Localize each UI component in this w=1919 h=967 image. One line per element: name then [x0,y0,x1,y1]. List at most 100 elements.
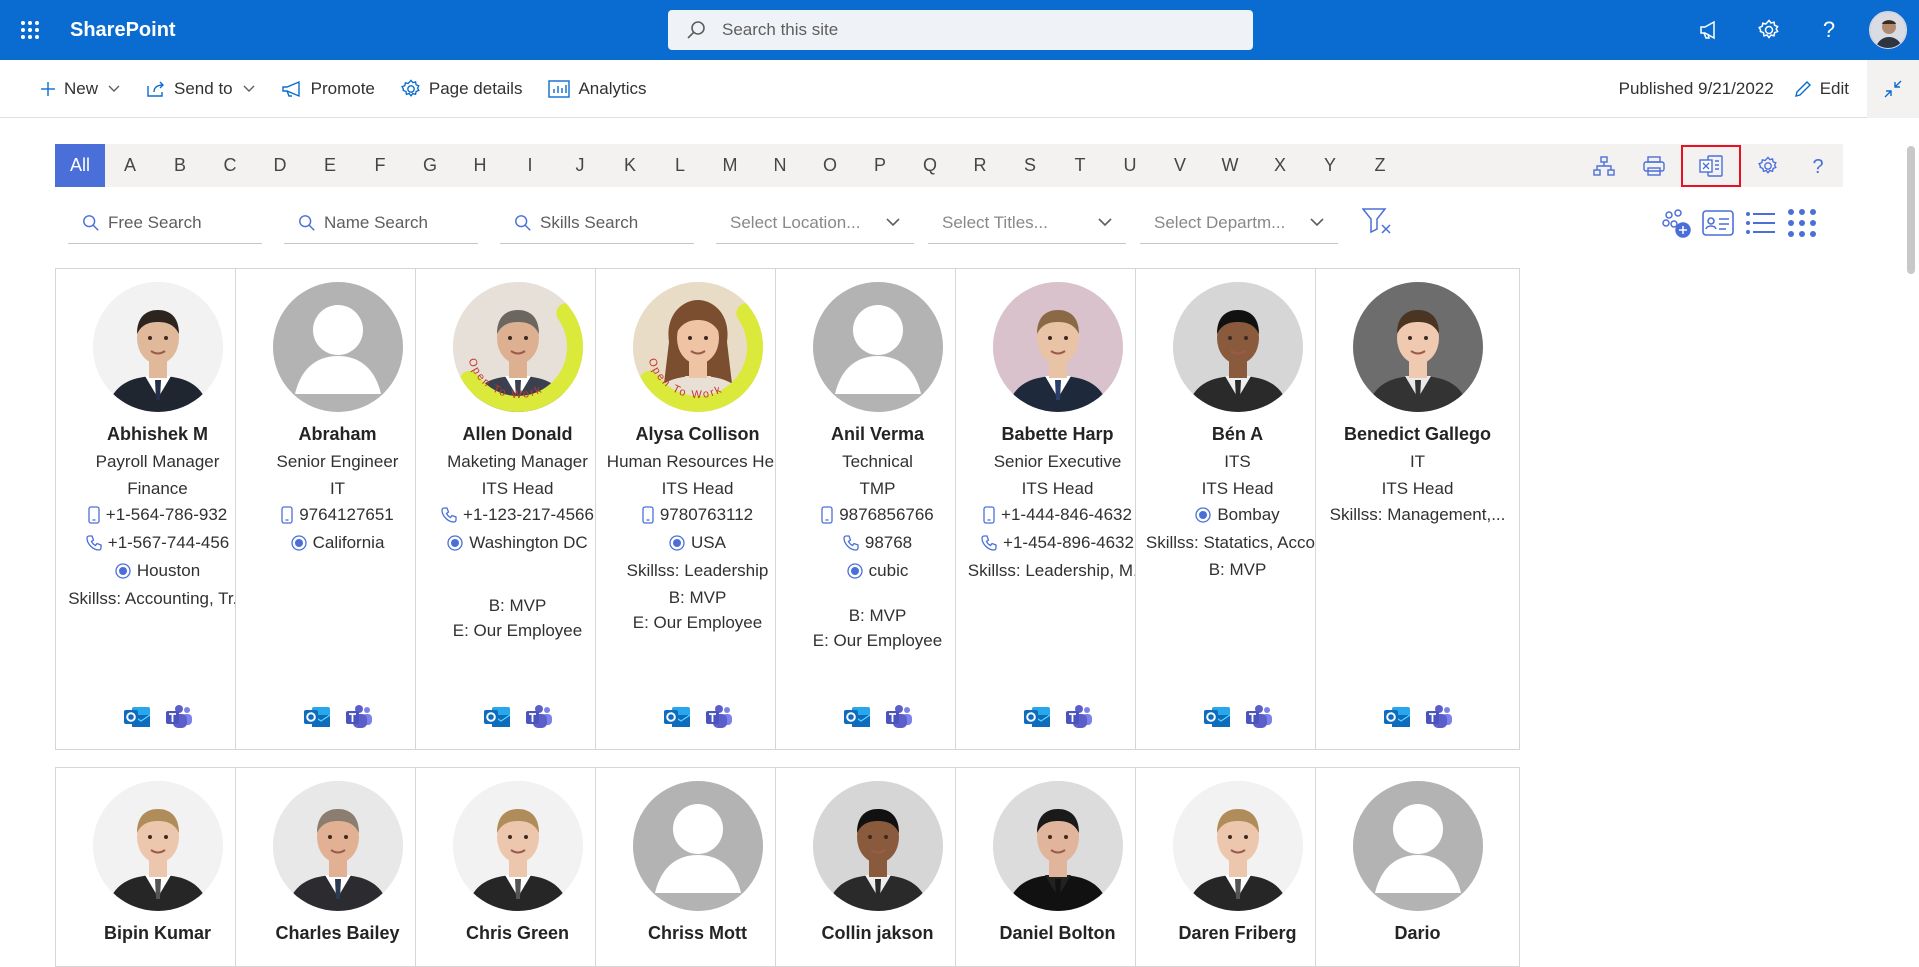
help-icon[interactable]: ? [1799,0,1859,60]
person-name[interactable]: Dario [1316,919,1519,947]
letter-filter-d[interactable]: D [255,144,305,187]
letter-filter-x[interactable]: X [1255,144,1305,187]
card-view-icon[interactable] [1697,210,1739,236]
letter-filter-c[interactable]: C [205,144,255,187]
person-card[interactable]: Bén A ITS ITS Head Bombay Skillss: Statatics… [1135,268,1340,750]
teams-icon[interactable] [525,704,553,735]
free-search-input[interactable]: Free Search [68,202,262,244]
letter-filter-v[interactable]: V [1155,144,1205,187]
new-button[interactable]: New [40,79,120,99]
person-name[interactable]: Collin jakson [776,919,979,947]
teams-icon[interactable] [345,704,373,735]
app-name[interactable]: SharePoint [70,19,176,42]
person-name[interactable]: Chris Green [416,919,619,947]
edit-button[interactable]: Edit [1794,79,1849,99]
person-card[interactable]: Chris Green [415,767,620,967]
person-card[interactable]: Open To Work Alysa Collison Human Resource… [595,268,800,750]
person-name[interactable]: Benedict Gallego [1316,420,1519,448]
person-name[interactable]: Abhishek M [56,420,259,448]
person-name[interactable]: Abraham [236,420,439,448]
teams-icon[interactable] [1425,704,1453,735]
user-avatar[interactable] [1869,11,1907,49]
add-group-icon[interactable] [1655,207,1697,239]
person-card[interactable]: Daren Friberg [1135,767,1340,967]
letter-filter-a[interactable]: A [105,144,155,187]
letter-filter-l[interactable]: L [655,144,705,187]
letter-filter-y[interactable]: Y [1305,144,1355,187]
location-select[interactable]: Select Location... [716,202,914,244]
person-card[interactable]: Benedict Gallego IT ITS Head Skillss: Manag… [1315,268,1520,750]
outlook-icon[interactable] [483,704,511,735]
site-search-input[interactable]: Search this site [668,10,1253,50]
person-card[interactable]: Chriss Mott [595,767,800,967]
app-launcher-icon[interactable] [0,0,60,60]
page-details-button[interactable]: Page details [400,79,522,99]
letter-filter-n[interactable]: N [755,144,805,187]
letter-filter-b[interactable]: B [155,144,205,187]
analytics-button[interactable]: Analytics [548,79,646,99]
person-phone[interactable]: +1-123-217-4566 [416,501,619,529]
org-chart-icon[interactable] [1579,144,1629,187]
print-icon[interactable] [1629,144,1679,187]
skills-search-input[interactable]: Skills Search [500,202,694,244]
person-name[interactable]: Bén A [1136,420,1339,448]
outlook-icon[interactable] [1023,704,1051,735]
letter-filter-w[interactable]: W [1205,144,1255,187]
grid-view-icon[interactable] [1781,208,1823,238]
person-card[interactable]: Babette Harp Senior Executive ITS Head +1-4… [955,268,1160,750]
person-mobile[interactable]: 9876856766 [776,501,979,529]
person-name[interactable]: Bipin Kumar [56,919,259,947]
person-name[interactable]: Allen Donald [416,420,619,448]
letter-filter-o[interactable]: O [805,144,855,187]
person-card[interactable]: Open To Work Allen Donald Maketing Manager… [415,268,620,750]
letter-filter-r[interactable]: R [955,144,1005,187]
person-name[interactable]: Daniel Bolton [956,919,1159,947]
megaphone-icon[interactable] [1679,0,1739,60]
settings-gear-icon[interactable] [1739,0,1799,60]
person-phone[interactable]: +1-454-896-4632 [956,529,1159,557]
promote-button[interactable]: Promote [281,79,375,99]
letter-filter-h[interactable]: H [455,144,505,187]
teams-icon[interactable] [165,704,193,735]
outlook-icon[interactable] [123,704,151,735]
letter-filter-z[interactable]: Z [1355,144,1405,187]
collapse-icon[interactable] [1867,60,1919,118]
clear-filter-icon[interactable] [1361,207,1392,240]
letter-filter-t[interactable]: T [1055,144,1105,187]
person-mobile[interactable]: 9780763112 [596,501,799,529]
person-mobile[interactable]: +1-564-786-932 [56,501,259,529]
letter-filter-all[interactable]: All [55,144,105,187]
person-card[interactable]: Charles Bailey [235,767,440,967]
person-phone[interactable]: 98768 [776,529,979,557]
person-name[interactable]: Alysa Collison [596,420,799,448]
person-name[interactable]: Chriss Mott [596,919,799,947]
outlook-icon[interactable] [843,704,871,735]
teams-icon[interactable] [1065,704,1093,735]
letter-filter-e[interactable]: E [305,144,355,187]
letter-filter-g[interactable]: G [405,144,455,187]
settings-icon[interactable] [1743,144,1793,187]
outlook-icon[interactable] [663,704,691,735]
letter-filter-m[interactable]: M [705,144,755,187]
person-card[interactable]: Collin jakson [775,767,980,967]
outlook-icon[interactable] [1383,704,1411,735]
page-scrollbar[interactable] [1907,146,1915,274]
person-card[interactable]: Abraham Senior Engineer IT 9764127651 Califo… [235,268,440,750]
letter-filter-q[interactable]: Q [905,144,955,187]
help-icon[interactable]: ? [1793,144,1843,187]
letter-filter-i[interactable]: I [505,144,555,187]
teams-icon[interactable] [1245,704,1273,735]
person-name[interactable]: Babette Harp [956,420,1159,448]
teams-icon[interactable] [705,704,733,735]
outlook-icon[interactable] [303,704,331,735]
person-mobile[interactable]: +1-444-846-4632 [956,501,1159,529]
person-card[interactable]: Daniel Bolton [955,767,1160,967]
person-name[interactable]: Charles Bailey [236,919,439,947]
send-to-button[interactable]: Send to [146,79,255,99]
excel-export-icon[interactable] [1681,144,1741,187]
letter-filter-j[interactable]: J [555,144,605,187]
outlook-icon[interactable] [1203,704,1231,735]
letter-filter-s[interactable]: S [1005,144,1055,187]
person-mobile[interactable]: 9764127651 [236,501,439,529]
person-card[interactable]: Bipin Kumar [55,767,260,967]
